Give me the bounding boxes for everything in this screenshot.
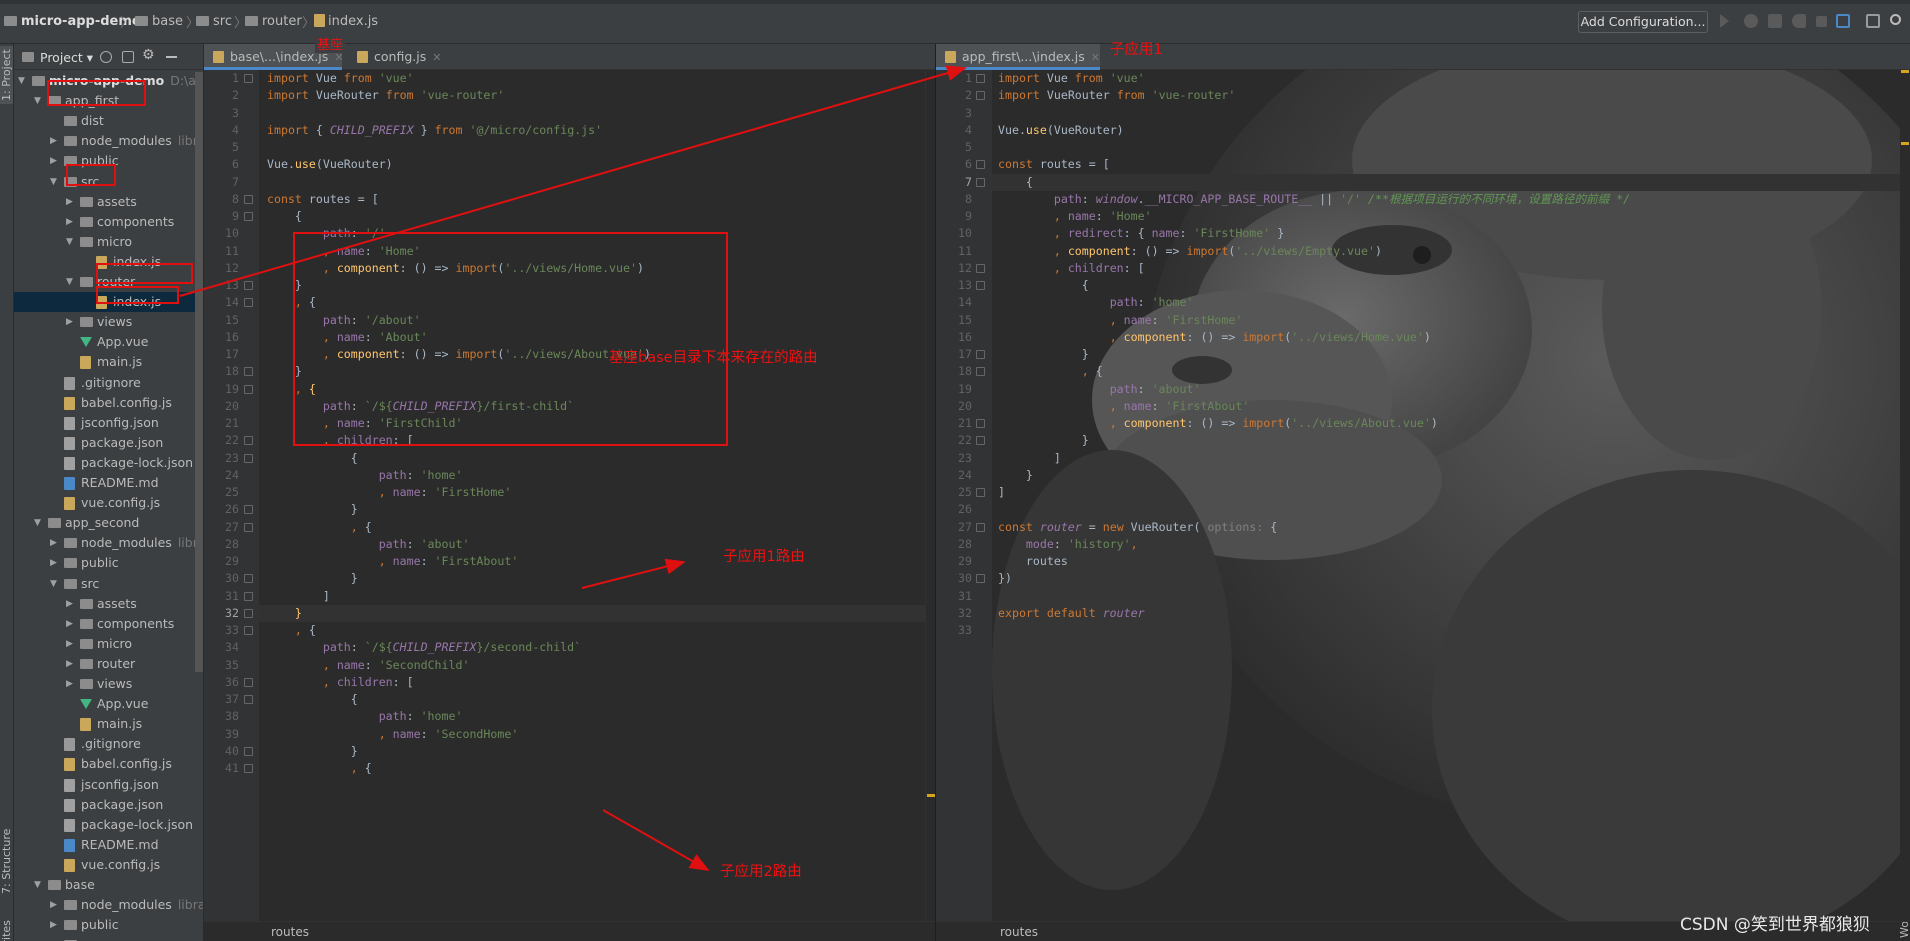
fold-marker-icon[interactable] [244, 608, 253, 618]
fold-marker-icon[interactable] [976, 160, 985, 170]
fold-marker-icon[interactable] [244, 281, 253, 290]
fold-marker-icon[interactable] [244, 212, 253, 221]
fold-marker-icon[interactable] [244, 194, 253, 204]
arrow-to-right-tab [179, 65, 967, 297]
fold-marker-icon[interactable] [976, 177, 985, 187]
fold-marker-icon[interactable] [244, 505, 253, 515]
fold-marker-icon[interactable] [244, 626, 253, 635]
fold-marker-icon[interactable] [976, 488, 985, 497]
fold-marker-icon[interactable] [244, 74, 253, 83]
fold-marker-icon[interactable] [244, 746, 253, 756]
fold-marker-icon[interactable] [244, 298, 253, 308]
fold-marker-icon[interactable] [244, 384, 253, 394]
fold-marker-icon[interactable] [244, 574, 253, 584]
fold-marker-icon[interactable] [976, 350, 985, 359]
fold-marker-icon[interactable] [244, 367, 253, 377]
fold-marker-icon[interactable] [244, 522, 253, 532]
fold-marker-icon[interactable] [976, 91, 985, 101]
fold-marker-icon[interactable] [244, 677, 253, 687]
fold-marker-icon[interactable] [976, 263, 985, 273]
fold-marker-icon[interactable] [976, 281, 985, 290]
arrow-child1 [581, 558, 686, 589]
fold-marker-icon[interactable] [976, 574, 985, 584]
annotation-arrows [179, 65, 967, 871]
fold-marker-icon[interactable] [976, 522, 985, 532]
fold-marker-icon[interactable] [976, 419, 985, 428]
arrow-child2 [602, 809, 710, 871]
fold-marker-icon[interactable] [244, 436, 253, 446]
watermark: CSDN @笑到世界都狼狈 [1680, 915, 1870, 935]
fold-marker-icon[interactable] [976, 367, 985, 377]
fold-marker-icon[interactable] [976, 74, 985, 83]
fold-marker-icon[interactable] [976, 436, 985, 446]
fold-marker-icon[interactable] [244, 453, 253, 463]
fold-marker-icon[interactable] [244, 695, 253, 704]
fold-marker-icon[interactable] [244, 764, 253, 773]
fold-marker-icon[interactable] [244, 591, 253, 601]
